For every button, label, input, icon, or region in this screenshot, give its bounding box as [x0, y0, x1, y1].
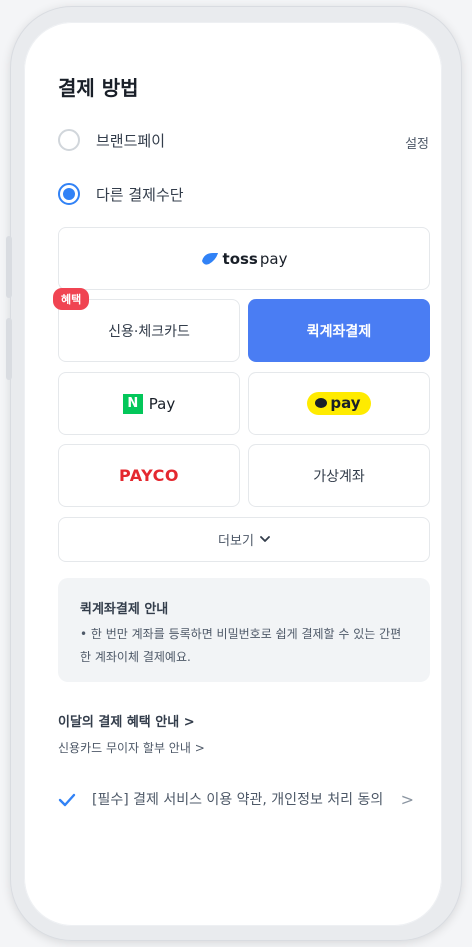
- monthly-benefits-link[interactable]: 이달의 결제 혜택 안내 >: [58, 711, 195, 730]
- terms-agreement[interactable]: [필수] 결제 서비스 이용 약관, 개인정보 처리 동의 >: [58, 788, 418, 813]
- chevron-down-icon: [260, 536, 270, 542]
- quick-transfer-info-box: 퀵계좌결제 안내 • 한 번만 계좌를 등록하면 비밀번호로 쉽게 결제할 수 …: [58, 578, 430, 682]
- tosspay-logo-icon: [201, 252, 218, 265]
- page-title: 결제 방법: [58, 76, 139, 100]
- speech-bubble-icon: [315, 398, 328, 408]
- check-icon[interactable]: [58, 791, 76, 809]
- method-quick-transfer[interactable]: 퀵계좌결제: [248, 299, 430, 362]
- kakaopay-logo: pay: [307, 392, 371, 415]
- phone-side-button: [6, 318, 12, 380]
- option-other-methods[interactable]: 다른 결제수단: [58, 183, 184, 205]
- more-label: 더보기: [218, 534, 254, 549]
- option-other-label: 다른 결제수단: [96, 185, 184, 204]
- chevron-right-icon[interactable]: >: [401, 790, 414, 809]
- tosspay-bold-text: toss: [222, 249, 258, 268]
- method-kakaopay[interactable]: pay: [248, 372, 430, 435]
- option-brandpay-label: 브랜드페이: [96, 131, 166, 150]
- radio-unchecked-icon[interactable]: [58, 129, 80, 151]
- method-payco[interactable]: PAYCO: [58, 444, 240, 507]
- more-methods-button[interactable]: 더보기: [58, 517, 430, 562]
- radio-checked-icon[interactable]: [58, 183, 80, 205]
- npay-logo-icon: N: [122, 393, 143, 414]
- info-text: • 한 번만 계좌를 등록하면 비밀번호로 쉽게 결제할 수 있는 간편한 계좌…: [80, 627, 402, 664]
- method-npay[interactable]: N Pay: [58, 372, 240, 435]
- phone-side-button: [6, 236, 12, 298]
- method-tosspay[interactable]: toss pay: [58, 227, 430, 290]
- brandpay-setting-link[interactable]: 설정: [405, 133, 429, 152]
- terms-agreement-text: [필수] 결제 서비스 이용 약관, 개인정보 처리 동의: [92, 792, 384, 808]
- tosspay-light-text: pay: [259, 249, 288, 268]
- method-quick-transfer-label: 퀵계좌결제: [306, 323, 372, 340]
- benefit-badge: 혜택: [53, 288, 90, 310]
- option-brandpay[interactable]: 브랜드페이: [58, 129, 165, 151]
- installment-info-link[interactable]: 신용카드 무이자 할부 안내 >: [58, 739, 205, 756]
- method-virtual-account-label: 가상계좌: [313, 468, 365, 485]
- method-credit-card-label: 신용·체크카드: [108, 323, 190, 340]
- method-credit-card[interactable]: 신용·체크카드: [58, 299, 240, 362]
- npay-label: Pay: [148, 394, 176, 413]
- method-virtual-account[interactable]: 가상계좌: [248, 444, 430, 507]
- kakaopay-label: pay: [330, 394, 361, 412]
- info-title: 퀵계좌결제 안내: [80, 602, 169, 617]
- payco-logo: PAYCO: [119, 466, 179, 485]
